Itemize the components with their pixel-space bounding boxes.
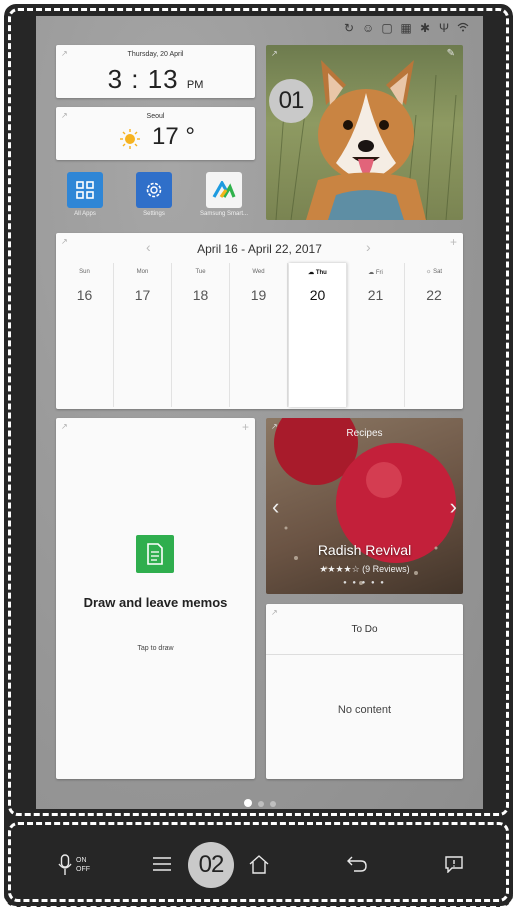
all-apps-shortcut[interactable]: All Apps <box>59 172 111 217</box>
calendar-day-fri[interactable]: ☁ Fri 21 <box>347 263 405 407</box>
review-count: (9 Reviews) <box>362 564 410 574</box>
todo-empty: No content <box>337 704 392 716</box>
home-screen: ↻ ☺ ▢ ▦ ✱ Ψ ↗ Thursday, 20 April 3 : 13 … <box>36 16 483 809</box>
day-name-text: Fri <box>375 270 383 276</box>
weather-widget[interactable]: ↗ Seoul 17 ° <box>56 107 255 160</box>
clock-date: Thursday, 20 April <box>127 51 184 58</box>
day-name-text: Thu <box>315 270 327 276</box>
voice-on-label: ON <box>76 857 87 864</box>
prev-recipe-arrow[interactable]: ‹ <box>272 494 279 520</box>
usb-icon: Ψ <box>438 21 450 35</box>
page-dot[interactable] <box>269 801 276 807</box>
grid-icon <box>67 172 103 208</box>
memo-heading: Draw and leave memos <box>83 595 228 610</box>
callout-01: 01 <box>269 79 313 123</box>
expand-icon[interactable]: ↗ <box>61 422 68 431</box>
recipes-title: Recipes <box>346 428 383 439</box>
home-icon <box>249 855 269 874</box>
memo-note-icon <box>136 535 174 573</box>
recipes-widget[interactable]: ↗ Recipes ‹ › Radish Revival ★★★★☆ (9 Re… <box>266 418 463 594</box>
calendar-day-mon[interactable]: Mon 17 <box>114 263 172 407</box>
menu-button[interactable] <box>152 856 172 877</box>
weather-city: Seoul <box>146 113 165 120</box>
calendar-day-sat[interactable]: ☼ Sat 22 <box>405 263 463 407</box>
day-number: 22 <box>426 287 442 303</box>
voice-toggle[interactable]: ON OFF <box>58 854 90 876</box>
gear-icon <box>136 172 172 208</box>
day-number: 16 <box>76 287 93 303</box>
day-number: 21 <box>367 287 384 303</box>
back-icon <box>347 856 367 872</box>
samsung-smart-icon <box>206 172 242 208</box>
next-recipe-arrow[interactable]: › <box>450 494 457 520</box>
clock-widget[interactable]: ↗ Thursday, 20 April 3 : 13 PM <box>56 45 255 98</box>
day-name: Tue <box>195 269 206 275</box>
add-memo-button[interactable]: + <box>242 420 249 434</box>
memo-subtext: Tap to draw <box>137 645 174 652</box>
edit-pencil-icon[interactable]: ✎ <box>447 48 455 59</box>
back-button[interactable] <box>346 855 368 878</box>
dog-photo <box>275 60 457 220</box>
samsung-smart-shortcut[interactable]: Samsung Smart... <box>198 172 250 217</box>
recipe-name: Radish Revival <box>317 542 412 558</box>
page-indicator[interactable] <box>36 794 483 809</box>
day-name-text: Sat <box>433 269 443 275</box>
sim-icon: ▦ <box>400 21 412 35</box>
calendar-range: April 16 - April 22, 2017 <box>197 242 322 256</box>
home-button[interactable] <box>248 854 270 879</box>
settings-shortcut[interactable]: Settings <box>128 172 180 217</box>
expand-icon[interactable]: ↗ <box>271 608 278 617</box>
app-label: All Apps <box>74 211 96 217</box>
bluetooth-icon: ✱ <box>419 21 431 35</box>
day-name: Sun <box>79 269 90 275</box>
calendar-widget[interactable]: ↗ + ‹ › April 16 - April 22, 2017 Sun 16… <box>56 233 463 409</box>
day-name: ☁ Fri <box>347 269 404 279</box>
wifi-icon <box>457 21 469 35</box>
clock-time-value: 3 : 13 <box>107 64 179 94</box>
day-number: 20 <box>309 287 326 303</box>
day-name: ☼ Sat <box>405 269 463 279</box>
recipe-pager: ● ● ● ● ● <box>343 580 386 586</box>
day-number: 18 <box>192 287 209 303</box>
page-dot[interactable] <box>243 799 252 807</box>
day-number: 19 <box>250 287 267 303</box>
clock-time: 3 : 13 PM <box>56 64 255 95</box>
todo-divider <box>266 654 463 655</box>
sun-icon: ☼ <box>425 269 432 275</box>
cloud-icon: ☁ <box>368 270 375 276</box>
notification-icon <box>445 856 463 874</box>
calendar-day-sun[interactable]: Sun 16 <box>56 263 114 407</box>
user-icon: ☺ <box>362 21 375 35</box>
calendar-day-thu[interactable]: ☁ Thu 20 <box>289 263 347 407</box>
sun-icon <box>120 129 140 149</box>
calendar-day-wed[interactable]: Wed 19 <box>230 263 288 407</box>
callout-02: 02 <box>188 842 234 888</box>
notification-button[interactable] <box>444 855 464 878</box>
day-name: Wed <box>252 269 265 275</box>
recipe-rating: ★★★★☆ (9 Reviews) <box>266 564 463 575</box>
calendar-day-tue[interactable]: Tue 18 <box>172 263 230 407</box>
microphone-icon <box>58 854 72 875</box>
clock-ampm: PM <box>186 79 204 91</box>
navigation-bar: ON OFF 02 <box>36 832 483 894</box>
day-number: 17 <box>134 287 151 303</box>
todo-widget[interactable]: ↗ To Do No content <box>266 604 463 779</box>
cloud-icon: ☁ <box>308 270 315 276</box>
weather-temp: 17 ° <box>152 123 195 150</box>
expand-icon[interactable]: ↗ <box>271 49 278 58</box>
memo-widget[interactable]: ↗ + Draw and leave memos Tap to draw <box>56 418 255 779</box>
voice-off-label: OFF <box>76 866 90 873</box>
menu-icon <box>153 857 171 871</box>
chat-icon: ▢ <box>381 21 393 35</box>
page-dot[interactable] <box>257 801 264 807</box>
sync-icon: ↻ <box>343 21 355 35</box>
rating-stars: ★★★★☆ <box>319 564 360 574</box>
photo-widget[interactable]: ↗ ✎ <box>266 45 463 220</box>
app-label: Settings <box>143 211 165 217</box>
day-name: ☁ Thu <box>289 269 346 279</box>
app-label: Samsung Smart... <box>199 211 249 217</box>
todo-title: To Do <box>351 624 378 635</box>
status-bar: ↻ ☺ ▢ ▦ ✱ Ψ <box>343 21 469 35</box>
day-name: Mon <box>136 269 149 275</box>
